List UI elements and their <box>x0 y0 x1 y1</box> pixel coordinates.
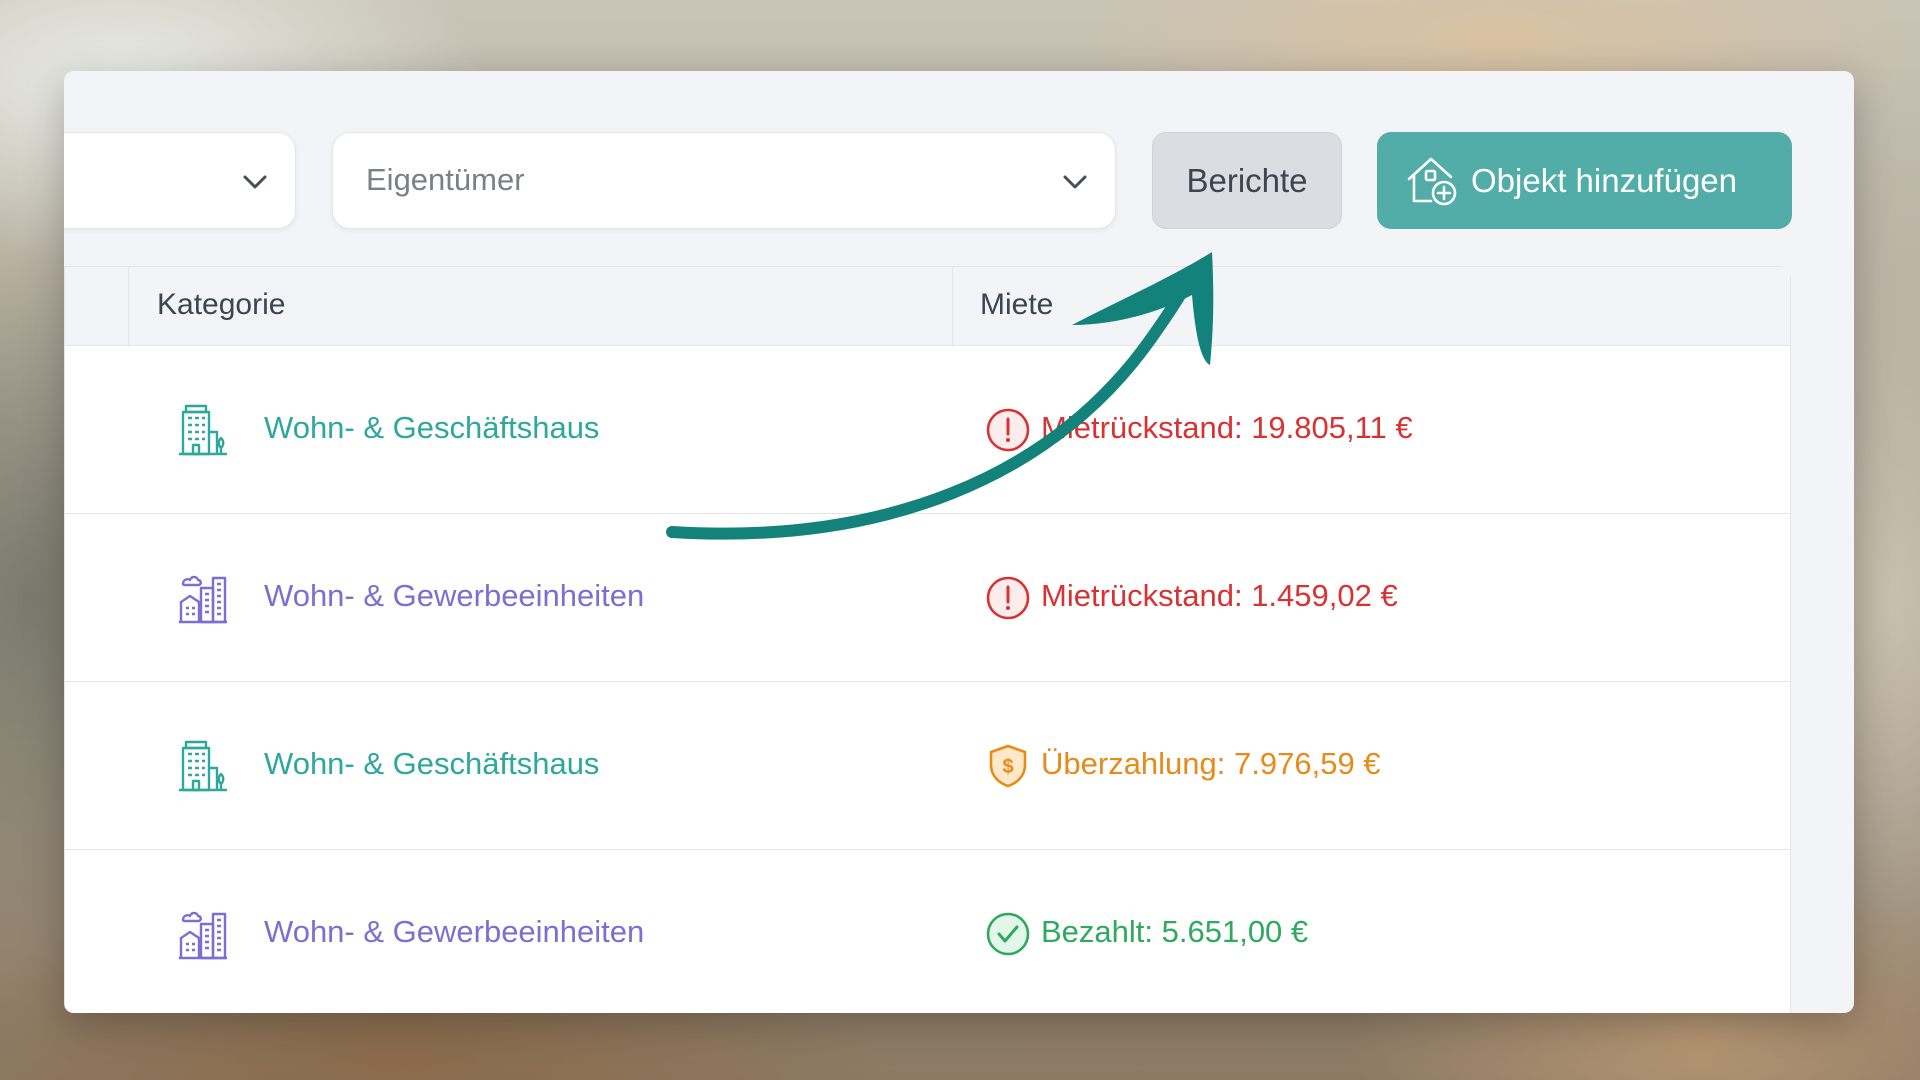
category-label[interactable]: Wohn- & Gewerbeeinheiten <box>264 914 644 950</box>
column-divider <box>128 267 129 346</box>
column-divider <box>952 267 953 346</box>
category-label[interactable]: Wohn- & Geschäftshaus <box>264 746 599 782</box>
column-header-category[interactable]: Kategorie <box>157 288 285 322</box>
category-label[interactable]: Wohn- & Gewerbeeinheiten <box>264 578 644 614</box>
rent-status: Mietrückstand: 19.805,11 € <box>1041 410 1413 445</box>
rent-status: Bezahlt: 5.651,00 € <box>1041 914 1309 949</box>
filter-select[interactable] <box>64 132 296 229</box>
table-row[interactable]: Wohn- & Geschäftshaus $ Überzahlung: 7.9… <box>65 682 1790 850</box>
table-header: Kategorie Miete <box>65 267 1790 346</box>
svg-text:$: $ <box>1002 756 1013 778</box>
check-circle-icon <box>986 912 1030 956</box>
table-row[interactable]: Wohn- & Gewerbeeinheiten Bezahlt: 5.651,… <box>65 850 1790 1013</box>
owner-select-placeholder: Eigentümer <box>366 162 525 197</box>
city-buildings-icon <box>179 911 227 960</box>
alert-circle-icon <box>986 408 1030 452</box>
office-building-icon <box>179 740 227 792</box>
table-row[interactable]: Wohn- & Gewerbeeinheiten Mietrückstand: … <box>65 514 1790 682</box>
office-building-icon <box>179 404 227 456</box>
table-row[interactable]: Wohn- & Geschäftshaus Mietrückstand: 19.… <box>65 346 1790 514</box>
owner-select[interactable]: Eigentümer <box>332 132 1116 229</box>
add-object-button[interactable]: Objekt hinzufügen <box>1377 132 1792 229</box>
dollar-shield-icon: $ <box>989 744 1027 788</box>
column-header-rent[interactable]: Miete <box>980 288 1053 322</box>
rent-status: Mietrückstand: 1.459,02 € <box>1041 578 1398 613</box>
chevron-down-icon <box>1063 175 1087 189</box>
objects-table: Kategorie Miete Wohn- & Geschäftshaus Mi… <box>64 266 1791 1013</box>
reports-button[interactable]: Berichte <box>1152 132 1342 229</box>
main-panel: Eigentümer Berichte Objekt hinzufügen Ka… <box>64 71 1854 1013</box>
alert-circle-icon <box>986 576 1030 620</box>
house-plus-icon <box>1407 157 1457 205</box>
category-label[interactable]: Wohn- & Geschäftshaus <box>264 410 599 446</box>
chevron-down-icon <box>243 175 267 189</box>
rent-status: Überzahlung: 7.976,59 € <box>1041 746 1381 781</box>
add-object-label: Objekt hinzufügen <box>1471 161 1738 199</box>
city-buildings-icon <box>179 575 227 624</box>
